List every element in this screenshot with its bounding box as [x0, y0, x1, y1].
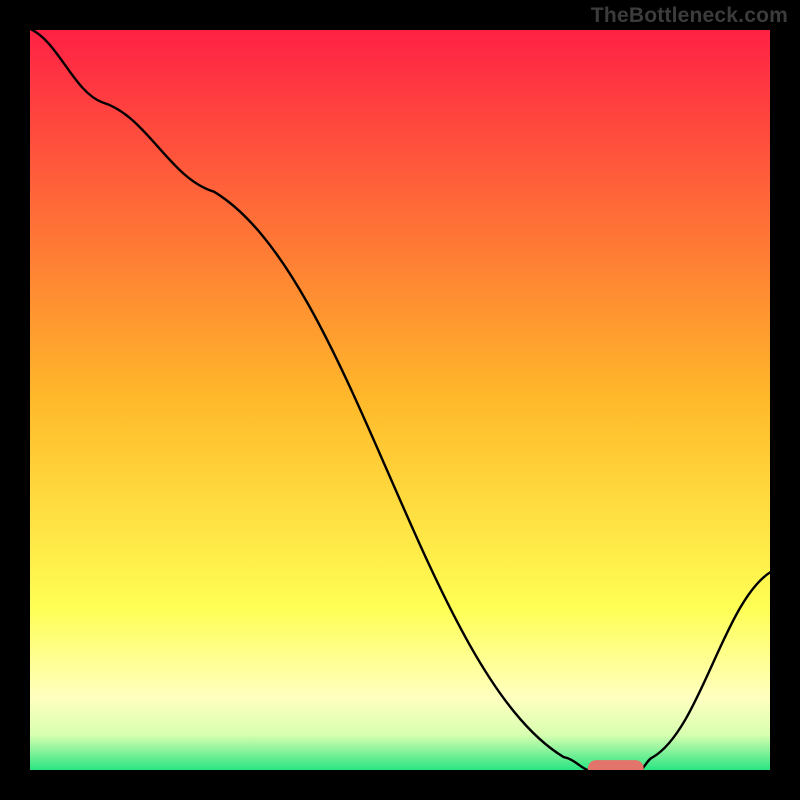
- gradient-background: [28, 28, 772, 772]
- plot-area: [28, 28, 772, 772]
- watermark-text: TheBottleneck.com: [591, 4, 788, 28]
- chart-svg: [28, 28, 772, 772]
- target-bar: [588, 760, 644, 772]
- chart-canvas: TheBottleneck.com: [0, 0, 800, 800]
